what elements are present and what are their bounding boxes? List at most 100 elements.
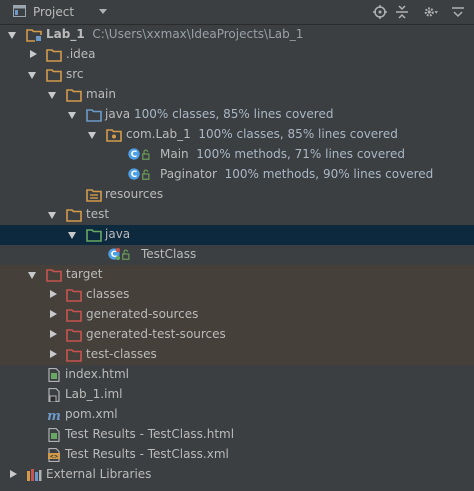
tree-node-main-java[interactable]: java 100% classes, 85% lines covered: [0, 105, 474, 125]
tree-node-lab1[interactable]: Lab_1 C:\Users\xxmax\IdeaProjects\Lab_1: [0, 25, 474, 45]
tree-node-idea[interactable]: .idea: [0, 45, 474, 65]
tree-label-lab1-iml: Lab_1.iml: [65, 387, 123, 401]
coverage-main-java: 100% classes, 85% lines covered: [133, 107, 334, 121]
libraries-icon: [27, 469, 42, 481]
tree-node-main-class[interactable]: C Main 100% methods, 71% lines covered: [0, 145, 474, 165]
tree-node-paginator-class[interactable]: C Paginator 100% methods, 90% lines cove…: [0, 165, 474, 185]
tree-node-results-xml[interactable]: <> Test Results - TestClass.xml: [0, 445, 474, 465]
tree-label-generated-sources: generated-sources: [86, 307, 199, 321]
project-view-label: Project: [33, 5, 75, 19]
html-file-icon: [48, 428, 60, 442]
expand-arrow-icon[interactable]: [68, 112, 76, 119]
tree-node-generated-test-sources[interactable]: generated-test-sources: [0, 325, 474, 345]
collapse-arrow-icon[interactable]: [50, 350, 57, 358]
root-path: C:\Users\xxmax\IdeaProjects\Lab_1: [92, 27, 304, 41]
tree-node-testclass[interactable]: C TestClass: [0, 245, 474, 265]
project-view-selector[interactable]: Project: [0, 0, 112, 24]
tree-node-test[interactable]: test: [0, 205, 474, 225]
collapse-arrow-icon[interactable]: [50, 290, 57, 298]
coverage-package: 100% classes, 85% lines covered: [198, 127, 398, 141]
tree-node-main[interactable]: main: [0, 85, 474, 105]
tree-node-src[interactable]: src: [0, 65, 474, 85]
resources-folder-icon: [86, 189, 102, 202]
folder-icon: [46, 69, 62, 82]
project-toolbar: Project: [0, 0, 474, 25]
package-icon: [106, 129, 122, 142]
class-icon: C: [128, 168, 150, 180]
expand-arrow-icon[interactable]: [68, 232, 76, 239]
iml-file-icon: [48, 388, 60, 402]
folder-icon: [66, 209, 82, 222]
tree-node-package[interactable]: com.Lab_1 100% classes, 85% lines covere…: [0, 125, 474, 145]
coverage-paginator-class: 100% methods, 90% lines covered: [224, 167, 434, 181]
coverage-main-class: 100% methods, 71% lines covered: [196, 147, 405, 161]
tree-label-results-xml: Test Results - TestClass.xml: [65, 447, 229, 461]
html-file-icon: [48, 368, 60, 382]
root-name: Lab_1: [46, 27, 85, 41]
project-view-icon: [13, 5, 26, 17]
tree-label-resources: resources: [105, 187, 164, 201]
tree-label-testclass: TestClass: [141, 247, 197, 261]
tree-node-lab1-iml[interactable]: Lab_1.iml: [0, 385, 474, 405]
tree-label-external-libraries: External Libraries: [46, 467, 152, 481]
svg-text:C: C: [131, 170, 137, 180]
expand-arrow-icon[interactable]: [88, 132, 96, 139]
tree-node-generated-sources[interactable]: generated-sources: [0, 305, 474, 325]
expand-arrow-icon[interactable]: [48, 212, 56, 219]
tree-label-paginator-class: Paginator: [160, 167, 217, 181]
svg-text:m: m: [47, 409, 61, 422]
tree-label-main-java: java: [105, 107, 131, 121]
dropdown-arrow-icon[interactable]: [99, 9, 107, 14]
excluded-folder-icon: [66, 349, 82, 362]
test-class-icon: C: [108, 247, 130, 261]
tree-label-generated-test-sources: generated-test-sources: [86, 327, 226, 341]
locate-icon[interactable]: [373, 5, 387, 19]
tree-label-test-classes: test-classes: [86, 347, 157, 361]
tree-label-index-html: index.html: [65, 367, 129, 381]
collapse-arrow-icon[interactable]: [30, 50, 37, 58]
expand-arrow-icon[interactable]: [28, 72, 36, 79]
tree-label-package: com.Lab_1: [126, 127, 191, 141]
tree-label-target: target: [66, 267, 103, 281]
settings-icon[interactable]: [424, 5, 438, 19]
tree-label-test: test: [86, 207, 110, 221]
collapse-arrow-icon[interactable]: [50, 310, 57, 318]
tree-label-pom-xml: pom.xml: [65, 407, 118, 421]
excluded-folder-icon: [66, 329, 82, 342]
tree-label-test-java: java: [105, 227, 131, 241]
collapse-arrow-icon[interactable]: [10, 470, 17, 478]
tree-label-main: main: [86, 87, 116, 101]
excluded-folder-icon: [66, 289, 82, 302]
collapse-arrow-icon[interactable]: [50, 330, 57, 338]
svg-text:<>: <>: [50, 454, 58, 460]
tree-label-results-html: Test Results - TestClass.html: [65, 427, 235, 441]
tree-node-results-html[interactable]: Test Results - TestClass.html: [0, 425, 474, 445]
tree-label-classes: classes: [86, 287, 130, 301]
module-folder-icon: [26, 29, 42, 42]
xml-file-icon: <>: [48, 448, 60, 462]
excluded-folder-icon: [66, 309, 82, 322]
tree-node-test-classes[interactable]: test-classes: [0, 345, 474, 365]
excluded-folder-icon: [46, 269, 62, 282]
tree-node-pom-xml[interactable]: m pom.xml: [0, 405, 474, 425]
hide-icon[interactable]: [451, 5, 465, 19]
tree-node-index-html[interactable]: index.html: [0, 365, 474, 385]
tree-label-src: src: [66, 67, 84, 81]
expand-arrow-icon[interactable]: [28, 272, 36, 279]
tree-label-main-class: Main: [160, 147, 189, 161]
svg-text:C: C: [131, 150, 137, 160]
class-icon: C: [128, 148, 150, 160]
expand-arrow-icon[interactable]: [48, 92, 56, 99]
folder-icon: [66, 89, 82, 102]
tree-node-external-libraries[interactable]: External Libraries: [0, 465, 474, 485]
tree-node-test-java[interactable]: java: [0, 225, 474, 245]
tree-node-target[interactable]: target: [0, 265, 474, 285]
folder-icon: [46, 49, 62, 62]
tree-label-idea: .idea: [66, 47, 96, 61]
source-folder-icon: [86, 109, 102, 122]
collapse-all-icon[interactable]: [395, 5, 409, 19]
test-source-folder-icon: [86, 229, 102, 242]
tree-node-classes[interactable]: classes: [0, 285, 474, 305]
tree-node-resources[interactable]: resources: [0, 185, 474, 205]
expand-arrow-icon[interactable]: [8, 32, 16, 39]
